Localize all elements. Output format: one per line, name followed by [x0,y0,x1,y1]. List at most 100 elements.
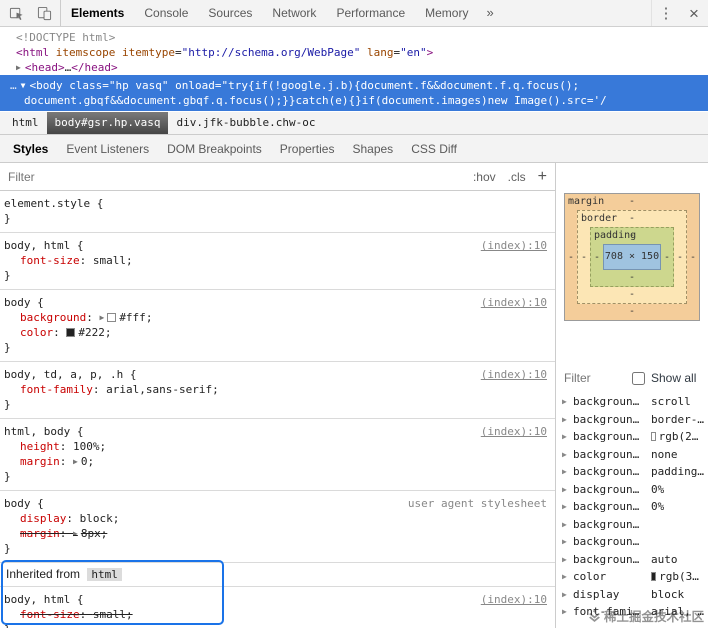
css-declaration[interactable]: display: block; [4,511,547,526]
expand-arrow-icon[interactable]: ▶ [562,590,573,599]
padding-right-value[interactable]: - [661,252,673,263]
sidebar-tab-dom-breakpoints[interactable]: DOM Breakpoints [158,142,271,156]
expand-arrow-icon[interactable]: ▶ [73,457,78,466]
computed-property-row[interactable]: ▶font-family arial, sans-serif [562,603,704,621]
element-classes-button[interactable]: .cls [508,170,526,184]
expand-arrow-icon[interactable]: ▶ [16,63,21,72]
sidebar-tab-properties[interactable]: Properties [271,142,344,156]
expand-arrow-icon[interactable]: ▶ [562,572,573,581]
close-devtools-button[interactable]: × [680,0,708,26]
breadcrumb-item[interactable]: body#gsr.hp.vasq [46,112,169,134]
show-all-label[interactable]: Show all [651,371,696,385]
toggle-element-state-button[interactable]: :hov [473,170,496,184]
rule-selector[interactable]: html, body [4,424,70,439]
node-link[interactable]: html [87,568,122,581]
stylesheet-source-link[interactable]: (index):10 [481,238,547,253]
rule-selector[interactable]: body, html [4,238,70,253]
computed-property-row[interactable]: ▶background-position-x 0% [562,481,704,499]
node-menu-icon[interactable]: … [10,79,17,92]
computed-property-row[interactable]: ▶background-position-y 0% [562,498,704,516]
box-model-border[interactable]: border - - padding - - 708 × 150 - - - - [577,210,687,304]
css-declaration[interactable]: font-size: small; [4,253,547,268]
computed-property-row[interactable]: ▶background-repeat-x [562,516,704,534]
inspect-element-button[interactable] [2,0,30,26]
css-declaration[interactable]: margin: ▶ 0; [4,454,547,469]
more-panels-button[interactable]: » [478,0,501,26]
expand-arrow-icon[interactable]: ▶ [562,485,573,494]
css-declaration[interactable]: background: ▶ #fff; [4,310,547,325]
stylesheet-source-link[interactable]: (index):10 [481,295,547,310]
expand-arrow-icon[interactable]: ▶ [562,432,573,441]
sidebar-tab-shapes[interactable]: Shapes [343,142,402,156]
sidebar-tab-event-listeners[interactable]: Event Listeners [57,142,158,156]
expand-arrow-icon[interactable]: ▶ [562,607,573,616]
margin-bottom-value[interactable]: - [629,306,635,317]
tab-sources[interactable]: Sources [198,0,262,26]
rule-selector[interactable]: body [4,496,31,511]
computed-property-row[interactable]: ▶background-repeat-y [562,533,704,551]
collapse-arrow-icon[interactable]: ▼ [21,81,26,90]
color-swatch[interactable] [107,313,117,322]
expand-arrow-icon[interactable]: ▶ [562,415,573,424]
rule-selector[interactable]: body, html [4,592,70,607]
tab-elements[interactable]: Elements [61,0,134,26]
dom-node[interactable]: <!DOCTYPE html> [0,30,708,45]
border-right-value[interactable]: - [674,252,686,263]
breadcrumb-item[interactable]: html [4,112,47,134]
computed-property-row[interactable]: ▶background-size auto [562,551,704,569]
computed-property-row[interactable]: ▶background-colorrgb(255, 255, 255) [562,428,704,446]
devtools-menu-button[interactable]: ⋮ [652,0,680,26]
box-model-padding[interactable]: padding - - 708 × 150 - - [590,227,674,287]
tab-memory[interactable]: Memory [415,0,478,26]
expand-arrow-icon[interactable]: ▶ [562,555,573,564]
computed-property-row[interactable]: ▶color rgb(34, 34, 34) [562,568,704,586]
css-declaration[interactable]: height: 100%; [4,439,547,454]
margin-top-value[interactable]: - [629,196,635,207]
css-declaration[interactable]: color: #222; [4,325,547,340]
box-model-margin[interactable]: margin - - border - - padding - - 708 × … [564,193,700,321]
expand-arrow-icon[interactable]: ▶ [562,467,573,476]
styles-filter-input[interactable] [8,169,473,184]
dom-node[interactable]: ▶ <head>…</head> [0,60,708,75]
stylesheet-source-link[interactable]: (index):10 [481,424,547,439]
tab-performance[interactable]: Performance [326,0,415,26]
stylesheet-source-link[interactable]: (index):10 [481,592,547,607]
rule-selector[interactable]: element.style [4,196,90,211]
color-swatch[interactable] [66,328,76,337]
margin-left-value[interactable]: - [565,252,577,263]
css-declaration[interactable]: margin: ▶ 8px; [4,526,547,541]
selected-dom-node[interactable]: … ▼ <body class="hp vasq" onload="try{if(!… [0,75,708,111]
computed-property-row[interactable]: ▶ display block [562,586,704,604]
sidebar-tab-styles[interactable]: Styles [4,142,57,156]
padding-bottom-value[interactable]: - [629,272,635,283]
border-left-value[interactable]: - [578,252,590,263]
device-toolbar-button[interactable] [30,0,58,26]
rule-selector[interactable]: body [4,295,31,310]
tab-console[interactable]: Console [134,0,198,26]
computed-property-row[interactable]: ▶background-image none [562,446,704,464]
border-bottom-value[interactable]: - [629,289,635,300]
breadcrumb-item[interactable]: div.jfk-bubble.chw-oc [168,112,323,134]
expand-arrow-icon[interactable]: ▶ [99,313,104,322]
computed-filter-input[interactable] [564,371,626,385]
expand-arrow-icon[interactable]: ▶ [562,537,573,546]
rule-selector[interactable]: body, td, a, p, .h [4,367,123,382]
dom-node[interactable]: <html itemscope itemtype="http://schema.… [0,45,708,60]
sidebar-tab-css-diff[interactable]: CSS Diff [402,142,466,156]
new-style-rule-button[interactable]: + [538,168,547,186]
margin-right-value[interactable]: - [687,252,699,263]
computed-property-row[interactable]: ▶background-origin padding-box [562,463,704,481]
computed-property-row[interactable]: ▶background-clip border-box [562,411,704,429]
computed-property-row[interactable]: ▶background-attachment scroll [562,393,704,411]
css-declaration[interactable]: font-family: arial,sans-serif; [4,382,547,397]
border-top-value[interactable]: - [629,213,635,224]
tab-network[interactable]: Network [262,0,326,26]
expand-arrow-icon[interactable]: ▶ [562,520,573,529]
show-all-checkbox[interactable] [632,371,645,385]
expand-arrow-icon[interactable]: ▶ [562,397,573,406]
stylesheet-source-link[interactable]: (index):10 [481,367,547,382]
padding-left-value[interactable]: - [591,252,603,263]
box-model-content-size[interactable]: 708 × 150 [603,244,661,270]
expand-arrow-icon[interactable]: ▶ [562,502,573,511]
expand-arrow-icon[interactable]: ▶ [562,450,573,459]
